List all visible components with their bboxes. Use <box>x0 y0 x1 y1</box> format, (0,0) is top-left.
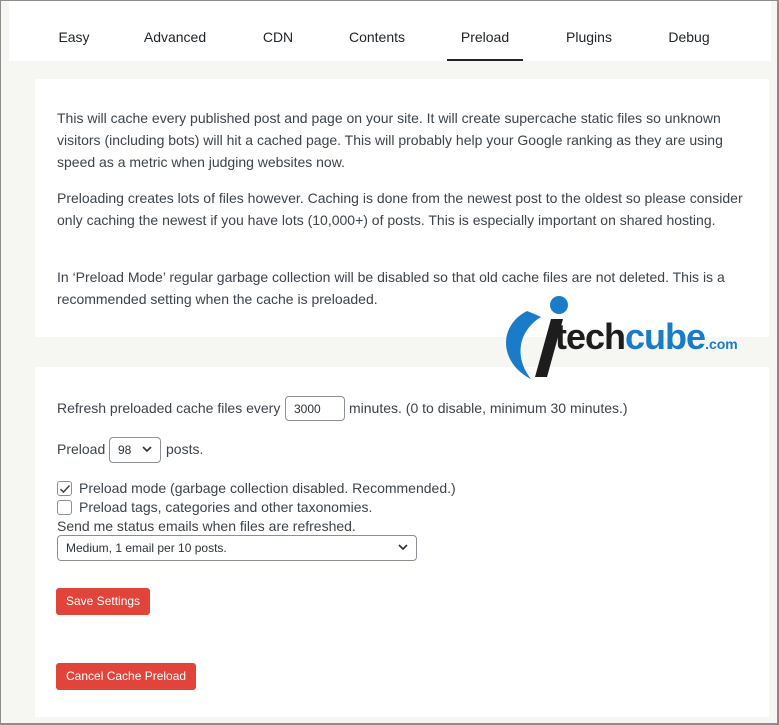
preload-count-value: 98 <box>118 443 132 457</box>
refresh-hint: minutes. (0 to disable, minimum 30 minut… <box>349 400 628 416</box>
cancel-cache-preload-button[interactable]: Cancel Cache Preload <box>56 663 197 690</box>
logo-wordmark-tech: tech <box>555 316 626 357</box>
preload-mode-label: Preload mode (garbage collection disable… <box>79 480 456 496</box>
tab-contents[interactable]: Contents <box>339 1 415 61</box>
preload-taxonomies-label: Preload tags, categories and other taxon… <box>79 499 373 515</box>
preload-count-label: Preload <box>57 441 106 457</box>
chevron-down-icon <box>142 446 152 453</box>
save-settings-button[interactable]: Save Settings <box>56 588 151 615</box>
preload-settings-card: Refresh preloaded cache files every minu… <box>35 367 769 717</box>
chevron-down-icon <box>398 544 408 551</box>
status-email-select[interactable]: Medium, 1 email per 10 posts. <box>57 535 417 561</box>
tab-advanced[interactable]: Advanced <box>135 1 215 61</box>
logo-wordmark-cube: cube <box>625 316 706 357</box>
tab-bar: Easy Advanced CDN Contents Preload Plugi… <box>9 1 771 61</box>
preload-count-select[interactable]: 98 <box>109 437 161 463</box>
intro-paragraph-1: This will cache every published post and… <box>57 110 723 170</box>
settings-page: Easy Advanced CDN Contents Preload Plugi… <box>0 0 779 725</box>
refresh-interval-input[interactable] <box>285 396 345 421</box>
checkmark-icon <box>59 484 71 494</box>
techcube-watermark-logo: techcube.com <box>501 293 761 385</box>
refresh-label: Refresh preloaded cache files every <box>57 400 281 416</box>
logo-wordmark: techcube.com <box>555 317 738 364</box>
tab-easy[interactable]: Easy <box>53 1 95 61</box>
logo-wordmark-dotcom: .com <box>705 336 738 352</box>
tab-cdn[interactable]: CDN <box>253 1 303 61</box>
status-email-value: Medium, 1 email per 10 posts. <box>66 541 227 555</box>
tab-preload[interactable]: Preload <box>447 1 523 61</box>
preload-mode-checkbox[interactable] <box>57 481 72 496</box>
intro-paragraph-2: Preloading creates lots of files however… <box>57 190 743 228</box>
tab-debug[interactable]: Debug <box>657 1 721 61</box>
status-email-label: Send me status emails when files are ref… <box>57 518 356 534</box>
tab-plugins[interactable]: Plugins <box>557 1 621 61</box>
preload-taxonomies-checkbox[interactable] <box>57 500 72 515</box>
preload-count-suffix: posts. <box>166 441 204 457</box>
